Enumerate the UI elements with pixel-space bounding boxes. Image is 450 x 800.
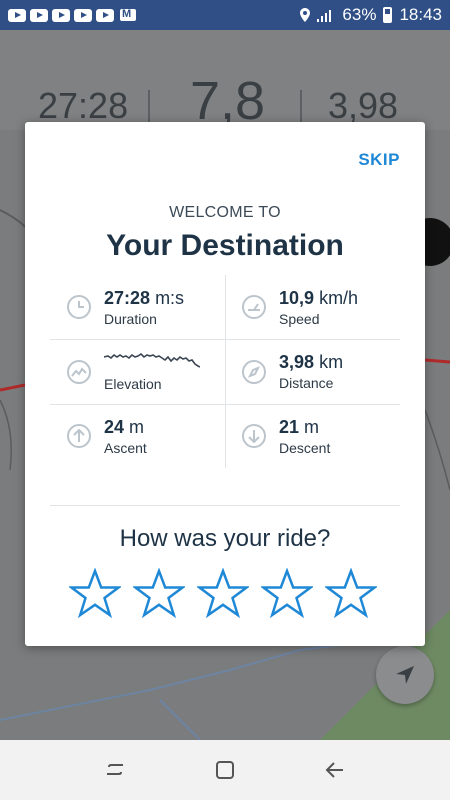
divider <box>50 505 400 506</box>
live-stats-bar: 27:28 7,8 3,98 <box>0 30 450 131</box>
system-navigation-bar <box>0 740 450 800</box>
star-2-button[interactable] <box>133 568 185 620</box>
clock-time: 18:43 <box>399 5 442 24</box>
battery-icon <box>383 7 393 23</box>
clock-icon <box>67 295 91 319</box>
duration-label: Duration <box>104 310 157 327</box>
star-4-button[interactable] <box>261 568 313 620</box>
divider <box>300 90 302 126</box>
live-duration: 27:28 <box>38 85 129 126</box>
descent-label: Descent <box>279 439 331 456</box>
live-distance: 3,98 <box>328 85 399 126</box>
home-icon[interactable] <box>213 758 237 782</box>
youtube-icon <box>74 8 92 22</box>
arrow-down-circle-icon <box>242 424 266 448</box>
destination-title: Your Destination <box>106 229 344 262</box>
youtube-icon <box>30 8 48 22</box>
divider <box>148 90 150 126</box>
gmail-icon <box>120 8 136 21</box>
arrow-up-circle-icon <box>67 424 91 448</box>
compass-icon <box>242 359 266 384</box>
distance-label: Distance <box>279 375 334 391</box>
stat-elevation: Elevation <box>50 339 225 404</box>
ascent-value: 24 <box>104 416 125 437</box>
notification-icons <box>8 8 136 22</box>
distance-unit: km <box>319 352 344 372</box>
speed-unit: km/h <box>319 287 359 308</box>
elevation-profile-sparkline <box>104 352 200 368</box>
youtube-icon <box>8 8 26 22</box>
ascent-unit: m <box>129 416 145 437</box>
ascent-label: Ascent <box>104 439 147 456</box>
stat-distance: 3,98 km Distance <box>225 339 400 404</box>
elevation-label: Elevation <box>104 375 162 392</box>
star-1-button[interactable] <box>69 568 121 620</box>
duration-value: 27:28 <box>104 287 151 308</box>
speed-value: 10,9 <box>279 287 315 308</box>
star-5-button[interactable] <box>325 568 377 620</box>
stat-duration: 27:28 m:s Duration <box>50 275 225 339</box>
welcome-label: WELCOME TO <box>169 204 281 221</box>
navigation-arrow-icon <box>396 666 414 684</box>
duration-unit: m:s <box>155 287 185 308</box>
status-bar: 63% 18:43 <box>0 0 450 30</box>
speed-label: Speed <box>279 310 320 327</box>
elevation-icon <box>67 359 91 384</box>
ride-summary-dialog: SKIP WELCOME TO Your Destination 27:28 m… <box>25 122 425 646</box>
recent-apps-icon[interactable] <box>103 758 127 782</box>
stat-descent: 21 m Descent <box>225 404 400 468</box>
rating-question: How was your ride? <box>119 525 331 552</box>
skip-button[interactable]: SKIP <box>358 150 400 170</box>
speedometer-icon <box>242 295 266 319</box>
youtube-icon <box>96 8 114 22</box>
navigation-button[interactable] <box>376 646 434 704</box>
distance-value: 3,98 <box>279 352 315 372</box>
stat-speed: 10,9 km/h Speed <box>225 275 400 339</box>
star-3-button[interactable] <box>197 568 249 620</box>
descent-unit: m <box>304 416 320 437</box>
signal-icon <box>317 10 332 22</box>
youtube-icon <box>52 8 70 22</box>
stat-ascent: 24 m Ascent <box>50 404 225 468</box>
battery-percent: 63% <box>342 5 377 24</box>
descent-value: 21 <box>279 416 300 437</box>
ride-stats-grid: 27:28 m:s Duration 10,9 km/h Speed Eleva… <box>50 275 400 468</box>
star-rating <box>69 568 377 620</box>
back-icon[interactable] <box>323 758 347 782</box>
location-icon <box>300 8 311 22</box>
